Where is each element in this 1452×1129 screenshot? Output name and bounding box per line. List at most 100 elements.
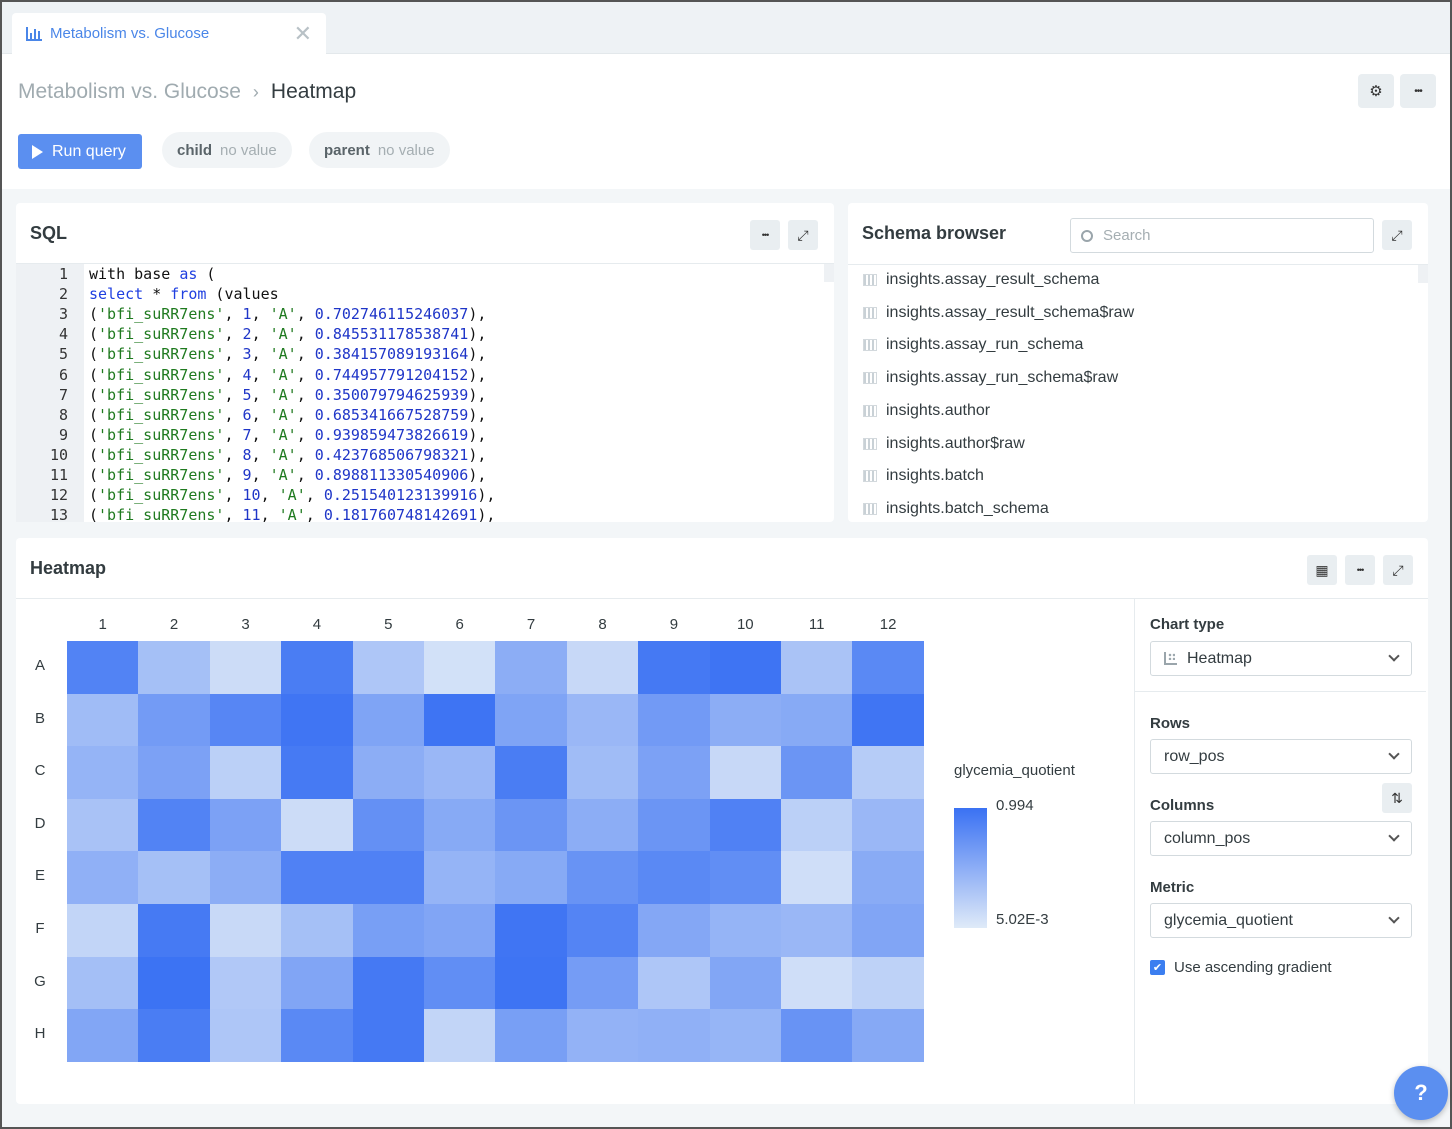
heatmap-cell-H4[interactable] xyxy=(281,1009,354,1063)
heatmap-cell-G5[interactable] xyxy=(352,956,425,1010)
heatmap-cell-H8[interactable] xyxy=(566,1009,639,1063)
schema-item[interactable]: insights.assay_run_schema xyxy=(863,335,1083,355)
heatmap-cell-E7[interactable] xyxy=(495,851,568,905)
metric-select[interactable]: glycemia_quotient xyxy=(1150,903,1412,938)
heatmap-cell-E12[interactable] xyxy=(852,851,925,905)
heatmap-cell-D11[interactable] xyxy=(781,798,853,852)
heatmap-cell-G6[interactable] xyxy=(424,956,496,1010)
heatmap-cell-G7[interactable] xyxy=(495,956,568,1010)
heatmap-cell-C2[interactable] xyxy=(138,746,211,800)
heatmap-cell-F1[interactable] xyxy=(67,904,139,958)
heatmap-cell-H9[interactable] xyxy=(638,1009,711,1063)
heatmap-cell-H6[interactable] xyxy=(424,1009,496,1063)
heatmap-cell-A9[interactable] xyxy=(638,641,711,695)
heatmap-cell-G1[interactable] xyxy=(67,956,139,1010)
heatmap-cell-A4[interactable] xyxy=(281,641,354,695)
heatmap-cell-A8[interactable] xyxy=(566,641,639,695)
heatmap-cell-C9[interactable] xyxy=(638,746,711,800)
heatmap-cell-A3[interactable] xyxy=(209,641,282,695)
heatmap-cell-F11[interactable] xyxy=(781,904,853,958)
heatmap-cell-H5[interactable] xyxy=(352,1009,425,1063)
heatmap-cell-E2[interactable] xyxy=(138,851,211,905)
heatmap-cell-D1[interactable] xyxy=(67,798,139,852)
heatmap-cell-G2[interactable] xyxy=(138,956,211,1010)
heatmap-cell-B2[interactable] xyxy=(138,693,211,747)
settings-button[interactable]: ⚙ xyxy=(1358,74,1394,108)
heatmap-cell-C6[interactable] xyxy=(424,746,496,800)
heatmap-cell-F12[interactable] xyxy=(852,904,925,958)
heatmap-cell-B8[interactable] xyxy=(566,693,639,747)
schema-item[interactable]: insights.assay_result_schema$raw xyxy=(863,303,1134,323)
close-icon[interactable]: ✕ xyxy=(294,21,312,47)
heatmap-cell-D7[interactable] xyxy=(495,798,568,852)
schema-item[interactable]: insights.assay_run_schema$raw xyxy=(863,368,1118,388)
heatmap-cell-A12[interactable] xyxy=(852,641,925,695)
heatmap-cell-B6[interactable] xyxy=(424,693,496,747)
heatmap-cell-B7[interactable] xyxy=(495,693,568,747)
heatmap-cell-A10[interactable] xyxy=(709,641,782,695)
heatmap-cell-F5[interactable] xyxy=(352,904,425,958)
columns-select[interactable]: column_pos xyxy=(1150,821,1412,856)
heatmap-cell-H2[interactable] xyxy=(138,1009,211,1063)
heatmap-cell-G3[interactable] xyxy=(209,956,282,1010)
heatmap-cell-D4[interactable] xyxy=(281,798,354,852)
heatmap-cell-E9[interactable] xyxy=(638,851,711,905)
chart-type-select[interactable]: Heatmap xyxy=(1150,641,1412,676)
heatmap-cell-F4[interactable] xyxy=(281,904,354,958)
heatmap-cell-C1[interactable] xyxy=(67,746,139,800)
parameter-parent[interactable]: parent no value xyxy=(309,132,450,168)
heatmap-cell-H1[interactable] xyxy=(67,1009,139,1063)
heatmap-cell-D5[interactable] xyxy=(352,798,425,852)
heatmap-cell-F9[interactable] xyxy=(638,904,711,958)
view-table-button[interactable]: ▦ xyxy=(1307,555,1337,585)
swap-rows-columns-button[interactable]: ⇅ xyxy=(1382,783,1412,813)
heatmap-cell-E6[interactable] xyxy=(424,851,496,905)
heatmap-cell-B4[interactable] xyxy=(281,693,354,747)
help-button[interactable]: ? xyxy=(1394,1066,1448,1120)
heatmap-cell-G11[interactable] xyxy=(781,956,853,1010)
heatmap-cell-G12[interactable] xyxy=(852,956,925,1010)
heatmap-cell-D12[interactable] xyxy=(852,798,925,852)
heatmap-cell-A1[interactable] xyxy=(67,641,139,695)
heatmap-cell-F10[interactable] xyxy=(709,904,782,958)
heatmap-cell-C7[interactable] xyxy=(495,746,568,800)
heatmap-cell-H7[interactable] xyxy=(495,1009,568,1063)
schema-search[interactable] xyxy=(1070,218,1374,253)
heatmap-cell-G8[interactable] xyxy=(566,956,639,1010)
schema-expand-button[interactable]: ⤢ xyxy=(1382,220,1412,250)
parameter-child[interactable]: child no value xyxy=(162,132,292,168)
sql-expand-button[interactable]: ⤢ xyxy=(788,220,818,250)
heatmap-cell-A11[interactable] xyxy=(781,641,853,695)
heatmap-cell-C8[interactable] xyxy=(566,746,639,800)
heatmap-expand-button[interactable]: ⤢ xyxy=(1383,555,1413,585)
schema-item[interactable]: insights.batch xyxy=(863,466,984,486)
heatmap-cell-D2[interactable] xyxy=(138,798,211,852)
sql-more-button[interactable]: ••• xyxy=(750,220,780,250)
heatmap-cell-H11[interactable] xyxy=(781,1009,853,1063)
heatmap-cell-E11[interactable] xyxy=(781,851,853,905)
heatmap-cell-E5[interactable] xyxy=(352,851,425,905)
heatmap-cell-B3[interactable] xyxy=(209,693,282,747)
heatmap-cell-D8[interactable] xyxy=(566,798,639,852)
heatmap-cell-F8[interactable] xyxy=(566,904,639,958)
schema-item[interactable]: insights.batch_schema xyxy=(863,499,1049,519)
schema-search-input[interactable] xyxy=(1101,226,1351,245)
heatmap-cell-B5[interactable] xyxy=(352,693,425,747)
heatmap-cell-D10[interactable] xyxy=(709,798,782,852)
heatmap-cell-B9[interactable] xyxy=(638,693,711,747)
heatmap-cell-A5[interactable] xyxy=(352,641,425,695)
heatmap-cell-H10[interactable] xyxy=(709,1009,782,1063)
schema-item[interactable]: insights.author xyxy=(863,401,990,421)
heatmap-cell-F7[interactable] xyxy=(495,904,568,958)
more-options-button[interactable]: ••• xyxy=(1400,74,1436,108)
heatmap-cell-A6[interactable] xyxy=(424,641,496,695)
heatmap-cell-G4[interactable] xyxy=(281,956,354,1010)
heatmap-cell-E3[interactable] xyxy=(209,851,282,905)
heatmap-cell-F2[interactable] xyxy=(138,904,211,958)
heatmap-cell-E10[interactable] xyxy=(709,851,782,905)
heatmap-cell-A2[interactable] xyxy=(138,641,211,695)
heatmap-cell-D9[interactable] xyxy=(638,798,711,852)
heatmap-cell-F3[interactable] xyxy=(209,904,282,958)
heatmap-cell-H3[interactable] xyxy=(209,1009,282,1063)
heatmap-cell-F6[interactable] xyxy=(424,904,496,958)
